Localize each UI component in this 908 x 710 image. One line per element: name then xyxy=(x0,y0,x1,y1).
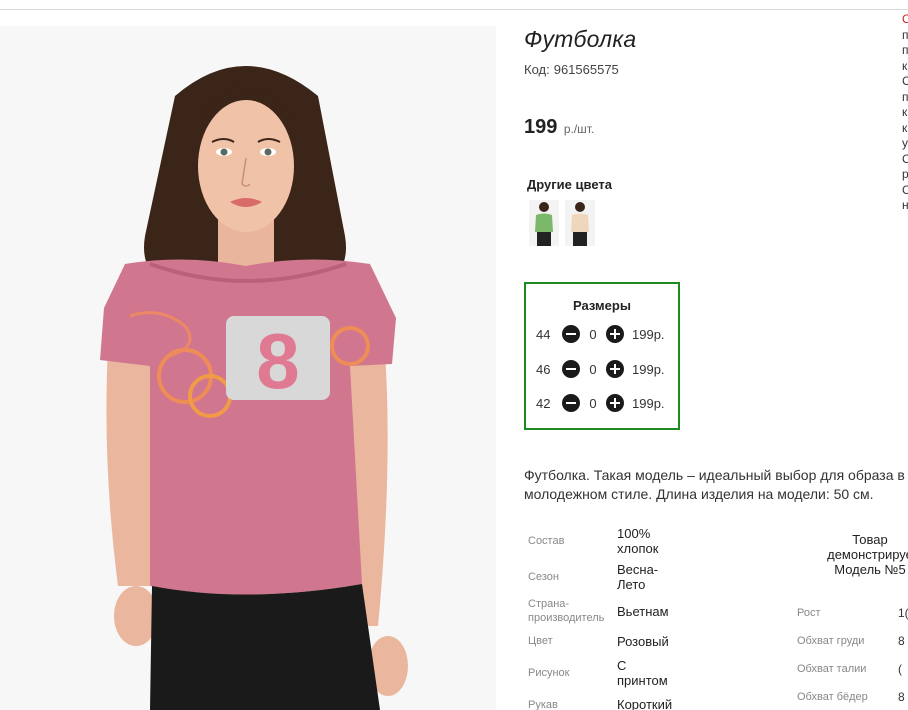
description-line: молодежном стиле. Длина изделия на модел… xyxy=(524,486,874,502)
increase-quantity-button[interactable] xyxy=(606,325,624,343)
model-note-line: Модель №5 xyxy=(834,562,906,577)
side-text-char: п xyxy=(902,89,908,104)
size-label: 46 xyxy=(536,361,551,377)
model-note-line: Товар xyxy=(852,532,888,547)
side-text-char: С xyxy=(902,151,908,166)
size-price: 199р. xyxy=(632,326,665,342)
quantity-value: 0 xyxy=(589,326,597,342)
side-text-char: к xyxy=(902,105,908,119)
product-description: Футболка. Такая модель – идеальный выбор… xyxy=(524,466,908,504)
side-text-char: п xyxy=(902,27,908,42)
spec-label-color: Цвет xyxy=(528,635,553,647)
product-code-label: Код: xyxy=(524,62,550,77)
size-price: 199р. xyxy=(632,361,665,377)
sizes-title: Размеры xyxy=(573,298,631,313)
side-text-char: С xyxy=(902,182,908,197)
decrease-quantity-button[interactable] xyxy=(562,325,580,343)
spec-value-season: Весна-Лето xyxy=(617,562,659,592)
green-variant-thumbnail-image xyxy=(529,200,559,246)
measurement-value-height: 1( xyxy=(898,606,908,620)
decrease-quantity-button[interactable] xyxy=(562,360,580,378)
spec-label-country: Страна-производитель xyxy=(528,598,605,624)
measurement-value-hips: 8 xyxy=(898,690,905,704)
size-label: 44 xyxy=(536,326,551,342)
measurement-label-waist: Обхват талии xyxy=(797,663,867,675)
spec-value-pattern: С принтом xyxy=(617,658,668,688)
size-row: 44 0 199р. xyxy=(536,324,665,344)
beige-variant-thumbnail-image xyxy=(565,200,595,246)
size-price: 199р. xyxy=(632,395,665,411)
top-divider xyxy=(0,9,908,10)
price-unit: р./шт. xyxy=(563,122,595,136)
price-amount: 199 xyxy=(524,116,558,138)
size-row: 46 0 199р. xyxy=(536,359,665,379)
side-text-char: к xyxy=(902,58,908,73)
spec-label-sleeve: Рукав xyxy=(528,699,558,710)
measurement-value-waist: ( xyxy=(898,662,902,676)
side-text-char: п xyxy=(902,43,908,57)
side-text-char: С xyxy=(902,74,908,88)
measurement-label-hips: Обхват бёдер xyxy=(797,691,868,703)
spec-value-country: Вьетнам xyxy=(617,604,669,619)
spec-value-sleeve: Короткий xyxy=(617,697,673,710)
side-text-char: у xyxy=(902,136,908,150)
model-note: Товар демонстрируе Модель №5 xyxy=(800,532,908,577)
size-label: 42 xyxy=(536,395,551,411)
spec-label-season: Сезон xyxy=(528,571,559,583)
model-note-line: демонстрируе xyxy=(827,547,908,562)
model-wearing-tshirt-image: 8 xyxy=(0,26,496,710)
measurement-label-chest: Обхват груди xyxy=(797,635,865,647)
spec-label-pattern: Рисунок xyxy=(528,667,570,679)
product-code-value: 961565575 xyxy=(553,62,619,77)
product-title: Футболка xyxy=(524,26,637,52)
quantity-value: 0 xyxy=(589,361,597,377)
product-photo[interactable]: 8 xyxy=(0,26,496,710)
svg-text:8: 8 xyxy=(256,317,299,405)
spec-value-composition: 100% хлопок xyxy=(617,526,659,556)
measurement-value-chest: 8 xyxy=(898,634,905,648)
side-text-char: к xyxy=(902,120,908,135)
color-thumbnail-beige[interactable] xyxy=(565,200,595,246)
side-text-char: С xyxy=(902,12,908,26)
color-thumbnail-green[interactable] xyxy=(529,200,559,246)
spec-label-composition: Состав xyxy=(528,535,565,547)
side-text-char: р xyxy=(902,167,908,181)
product-price: 199 р./шт. xyxy=(524,116,594,139)
other-colors-heading: Другие цвета xyxy=(527,177,612,192)
product-code: Код: 961565575 xyxy=(524,62,619,77)
increase-quantity-button[interactable] xyxy=(606,360,624,378)
measurement-label-height: Рост xyxy=(797,607,821,619)
increase-quantity-button[interactable] xyxy=(606,394,624,412)
side-text-char: н xyxy=(902,198,908,212)
description-line: Футболка. Такая модель – идеальный выбор… xyxy=(524,467,905,483)
side-panel-text-fragment: С п п к С п к к у С р С н xyxy=(902,12,908,214)
sizes-selector: Размеры 44 0 199р. 46 0 199р. 42 0 199р. xyxy=(524,282,680,430)
decrease-quantity-button[interactable] xyxy=(562,394,580,412)
size-row: 42 0 199р. xyxy=(536,393,665,413)
spec-value-color: Розовый xyxy=(617,634,669,649)
quantity-value: 0 xyxy=(589,395,597,411)
